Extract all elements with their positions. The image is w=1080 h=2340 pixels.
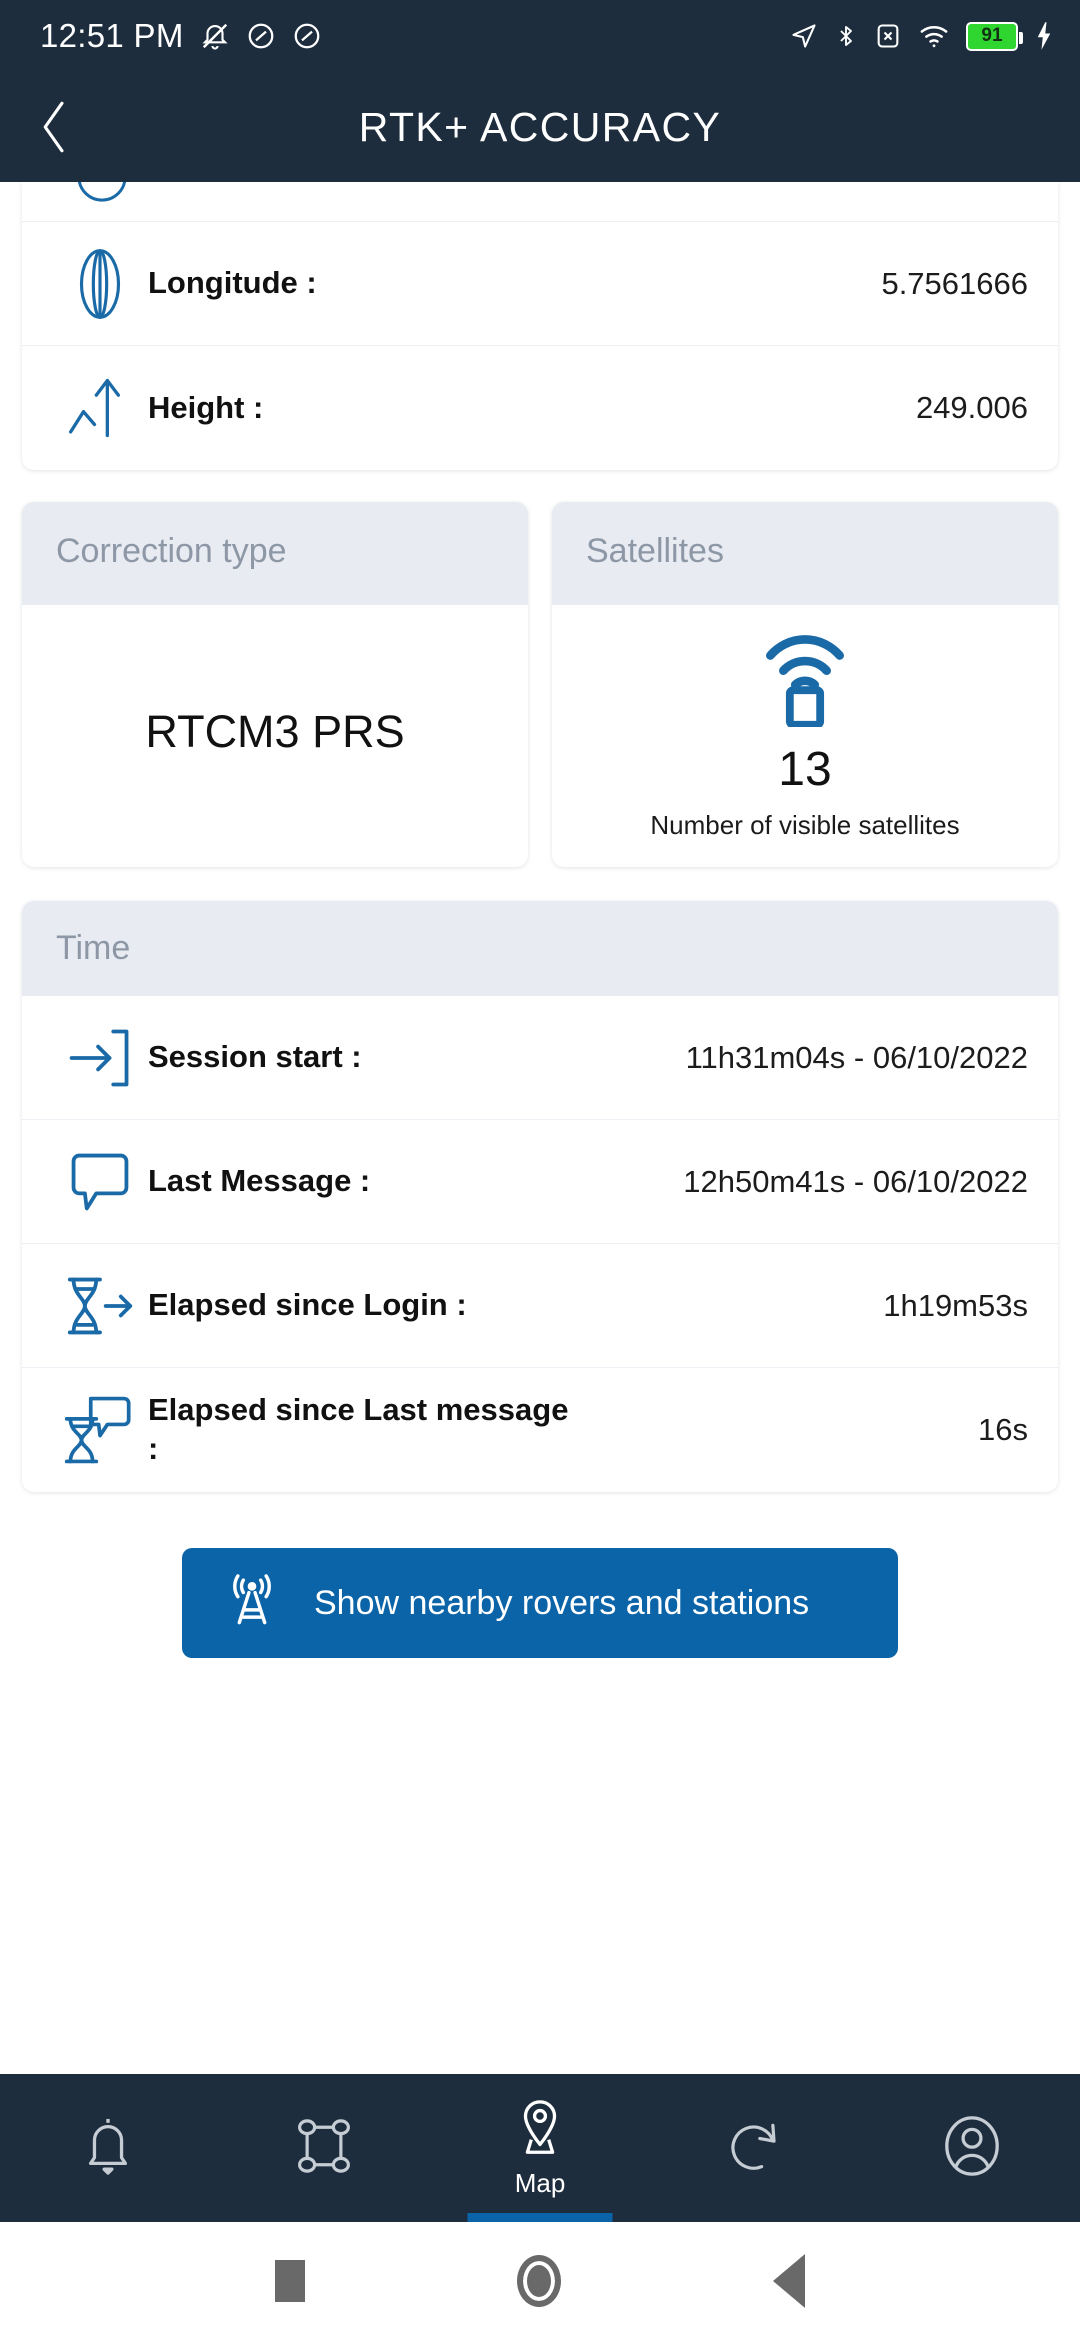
hourglass-message-icon bbox=[52, 1393, 148, 1467]
position-card: Longitude : 5.7561666 Height : 249.006 bbox=[22, 182, 1058, 470]
status-bar-right: 91 bbox=[790, 21, 1054, 51]
battery-indicator: 91 bbox=[966, 21, 1023, 51]
table-row: Elapsed since Login : 1h19m53s bbox=[22, 1244, 1058, 1368]
elapsed-last-message-value: 16s bbox=[978, 1412, 1028, 1447]
longitude-label: Longitude : bbox=[148, 265, 317, 301]
correction-type-value: RTCM3 PRS bbox=[145, 706, 405, 757]
cta-container: Show nearby rovers and stations bbox=[22, 1548, 1058, 1658]
charging-bolt-icon bbox=[1034, 21, 1054, 51]
last-message-label: Last Message : bbox=[148, 1163, 371, 1199]
nav-item-survey[interactable] bbox=[216, 2074, 432, 2222]
elapsed-login-label: Elapsed since Login : bbox=[148, 1287, 467, 1323]
satellites-caption: Number of visible satellites bbox=[650, 810, 960, 840]
login-arrow-icon bbox=[52, 1025, 148, 1091]
recents-button-icon[interactable] bbox=[275, 2260, 305, 2302]
history-rotate-icon bbox=[726, 2116, 786, 2181]
satellites-body: 13 Number of visible satellites bbox=[552, 605, 1058, 867]
session-start-label: Session start : bbox=[148, 1039, 362, 1075]
elevation-arrow-icon bbox=[52, 375, 148, 441]
status-bar-left: 12:51 PM bbox=[40, 17, 322, 55]
table-row: Height : 249.006 bbox=[22, 346, 1058, 470]
survey-polygon-icon bbox=[294, 2116, 354, 2181]
correction-type-card: Correction type RTCM3 PRS bbox=[22, 502, 528, 867]
table-row: Longitude : 5.7561666 bbox=[22, 222, 1058, 346]
latitude-globe-icon bbox=[69, 182, 135, 215]
nav-item-profile[interactable] bbox=[864, 2074, 1080, 2222]
satellites-header: Satellites bbox=[552, 502, 1058, 605]
last-message-value: 12h50m41s - 06/10/2022 bbox=[683, 1163, 1028, 1199]
time-header: Time bbox=[22, 901, 1058, 996]
hourglass-arrow-icon bbox=[52, 1272, 148, 1340]
back-button-icon[interactable] bbox=[773, 2254, 805, 2308]
app-bar: RTK+ ACCURACY bbox=[0, 72, 1080, 182]
message-bubble-icon bbox=[52, 1148, 148, 1216]
android-system-nav bbox=[0, 2222, 1080, 2340]
page-title: RTK+ ACCURACY bbox=[358, 103, 722, 150]
battery-percent-label: 91 bbox=[981, 25, 1003, 46]
bottom-navigation: Map bbox=[0, 2074, 1080, 2222]
nav-item-history[interactable] bbox=[648, 2074, 864, 2222]
satellites-card: Satellites 13 Number of visible satellit… bbox=[552, 502, 1058, 867]
table-row-clipped bbox=[22, 182, 1058, 222]
scroll-content[interactable]: Longitude : 5.7561666 Height : 249.006 C… bbox=[0, 182, 1080, 2074]
bell-icon bbox=[79, 2115, 137, 2182]
table-row: Session start : 11h31m04s - 06/10/2022 bbox=[22, 996, 1058, 1120]
show-nearby-rovers-button[interactable]: Show nearby rovers and stations bbox=[182, 1548, 898, 1658]
status-bar: 12:51 PM 91 bbox=[0, 0, 1080, 72]
elapsed-login-value: 1h19m53s bbox=[883, 1287, 1028, 1323]
satellites-count: 13 bbox=[778, 743, 832, 796]
elapsed-last-message-label: Elapsed since Last message : bbox=[148, 1392, 569, 1466]
bluetooth-icon bbox=[834, 21, 858, 51]
wifi-icon bbox=[918, 22, 950, 50]
user-profile-icon bbox=[942, 2115, 1002, 2182]
height-label: Height : bbox=[148, 389, 264, 425]
nav-item-map-label: Map bbox=[514, 2168, 566, 2198]
table-row: Elapsed since Last message : 16s bbox=[22, 1368, 1058, 1492]
nav-item-alerts[interactable] bbox=[0, 2074, 216, 2222]
broadcast-tower-icon bbox=[224, 1570, 280, 1637]
longitude-value: 5.7561666 bbox=[881, 265, 1028, 301]
cta-label: Show nearby rovers and stations bbox=[314, 1583, 810, 1622]
nav-active-indicator bbox=[467, 2213, 613, 2222]
sim-card-x-icon bbox=[874, 21, 902, 51]
table-row: Last Message : 12h50m41s - 06/10/2022 bbox=[22, 1120, 1058, 1244]
status-bar-clock: 12:51 PM bbox=[40, 17, 184, 54]
height-value: 249.006 bbox=[915, 390, 1028, 425]
dnd-icon bbox=[292, 21, 322, 51]
session-start-value: 11h31m04s - 06/10/2022 bbox=[685, 1039, 1028, 1075]
nav-item-map[interactable]: Map bbox=[432, 2074, 648, 2222]
home-button-icon[interactable] bbox=[517, 2255, 561, 2307]
mute-bell-icon bbox=[200, 20, 230, 52]
correction-type-body: RTCM3 PRS bbox=[22, 605, 528, 867]
time-card: Time Session start : 11h31m04s - 06/10/2… bbox=[22, 901, 1058, 1492]
meridian-globe-icon bbox=[52, 247, 148, 321]
phone-screen: 12:51 PM 91 RTK+ ACCURACY Longitude: 5.… bbox=[0, 0, 1080, 2340]
map-pin-icon bbox=[512, 2097, 568, 2164]
location-arrow-icon bbox=[790, 22, 818, 50]
summary-cards: Correction type RTCM3 PRS Satellites 13 … bbox=[22, 502, 1058, 867]
correction-type-header: Correction type bbox=[22, 502, 528, 605]
satellite-receiver-icon bbox=[755, 623, 855, 732]
dnd-icon bbox=[246, 21, 276, 51]
